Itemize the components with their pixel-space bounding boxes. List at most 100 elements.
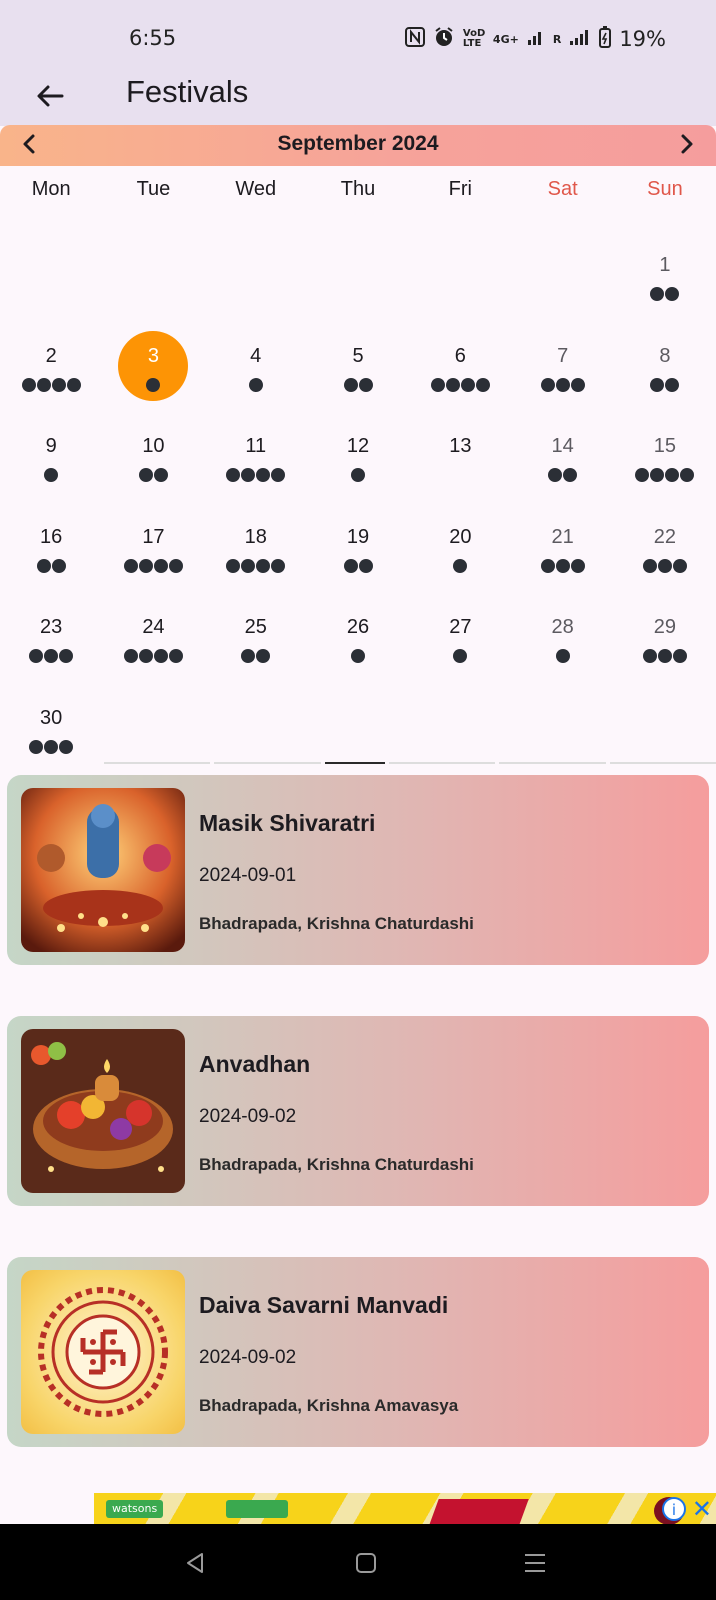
event-dot [51, 558, 66, 573]
event-dot [153, 558, 168, 573]
battery-percent: 19% [619, 27, 666, 51]
back-triangle-icon[interactable] [182, 1550, 208, 1576]
nfc-icon [404, 27, 425, 51]
back-button[interactable] [30, 78, 70, 118]
event-dot [168, 558, 183, 573]
day-cell[interactable]: 12 [307, 417, 409, 508]
day-cell[interactable]: 28 [511, 598, 613, 689]
festival-name: Anvadhan [199, 1051, 311, 1077]
empty-day-cell [102, 236, 204, 327]
event-dots [614, 468, 716, 483]
event-dots [102, 468, 204, 483]
ad-banner[interactable]: watsons i ✕ [94, 1493, 716, 1525]
event-dot [657, 649, 672, 663]
home-square-icon[interactable] [353, 1550, 379, 1576]
ad-brand-chip-2 [226, 1500, 288, 1518]
event-dot [138, 649, 153, 663]
day-number: 14 [551, 435, 574, 457]
day-number: 29 [653, 616, 677, 638]
day-cell[interactable]: 26 [307, 598, 409, 689]
day-cell[interactable]: 24 [102, 598, 204, 689]
day-cell[interactable]: 17 [102, 508, 204, 599]
event-dots [614, 287, 716, 302]
day-cell[interactable]: 10 [102, 417, 204, 508]
event-dot [635, 468, 650, 482]
day-cell[interactable]: 14 [511, 417, 613, 508]
event-dot [650, 468, 665, 482]
day-cell[interactable]: 23 [0, 598, 102, 689]
event-dot [44, 649, 59, 663]
day-number: 23 [40, 616, 63, 638]
day-cell[interactable]: 19 [307, 508, 409, 599]
close-icon[interactable]: ✕ [692, 1495, 712, 1523]
event-dot [153, 649, 168, 663]
festival-name: Daiva Savarni Manvadi [199, 1292, 449, 1318]
event-dot [66, 377, 81, 392]
day-cell[interactable]: 27 [409, 598, 511, 689]
festival-card[interactable]: Anvadhan 2024-09-02 Bhadrapada, Krishna … [7, 1016, 709, 1206]
day-cell[interactable]: 9 [0, 417, 102, 508]
event-dot [657, 558, 672, 573]
event-dot [672, 649, 687, 663]
day-cell[interactable]: 21 [511, 508, 613, 599]
status-time: 6:55 [129, 26, 177, 50]
event-dots [102, 649, 204, 664]
menu-lines-icon[interactable] [522, 1550, 548, 1576]
day-number: 9 [45, 435, 57, 457]
festival-card[interactable]: Daiva Savarni Manvadi 2024-09-02 Bhadrap… [7, 1257, 709, 1447]
festival-tithi: Bhadrapada, Krishna Chaturdashi [199, 914, 474, 933]
festival-card[interactable]: Masik Shivaratri 2024-09-01 Bhadrapada, … [7, 775, 709, 965]
event-dot [453, 649, 468, 663]
event-dots [0, 739, 102, 755]
event-dot [241, 558, 256, 573]
day-cell[interactable]: 2 [0, 327, 102, 418]
event-dots [205, 649, 307, 664]
day-cell[interactable]: 29 [614, 598, 716, 689]
day-cell[interactable]: 15 [614, 417, 716, 508]
event-dot [343, 377, 358, 392]
event-dots [205, 558, 307, 574]
day-cell[interactable]: 7 [511, 327, 613, 418]
event-dot [256, 558, 271, 573]
event-dot [453, 558, 468, 573]
event-dot [343, 558, 358, 573]
day-cell[interactable]: 8 [614, 327, 716, 418]
day-number: 6 [454, 344, 466, 367]
day-cell[interactable]: 6 [409, 327, 511, 418]
page-title: Festivals [126, 74, 249, 109]
event-dot [680, 468, 695, 482]
event-dots [307, 377, 409, 393]
event-dot [153, 468, 168, 482]
day-cell[interactable]: 30 [0, 689, 102, 780]
event-dots [0, 377, 102, 393]
ad-brand-chip: watsons [106, 1500, 164, 1518]
day-number: 3 [147, 344, 159, 367]
event-dots [205, 377, 307, 393]
signal-icon-2 [569, 28, 591, 50]
next-month-button[interactable] [672, 131, 702, 161]
day-number: 20 [449, 525, 472, 548]
event-dot [650, 287, 665, 301]
day-cell[interactable]: 20 [409, 508, 511, 599]
event-dots [614, 649, 716, 664]
day-cell[interactable]: 18 [205, 508, 307, 599]
weekday-label-weekend: Sun [647, 178, 683, 200]
day-cell[interactable]: 5 [307, 327, 409, 418]
day-cell[interactable]: 16 [0, 508, 102, 599]
day-cell[interactable]: 13 [409, 417, 511, 508]
info-icon[interactable]: i [662, 1497, 686, 1521]
day-cell[interactable]: 4 [205, 327, 307, 418]
chevron-right-icon [677, 133, 697, 159]
empty-day-cell [511, 236, 613, 327]
day-cell[interactable]: 11 [205, 417, 307, 508]
fruit-offering-image [21, 1029, 185, 1193]
day-cell[interactable]: 1 [614, 236, 716, 327]
event-dot [445, 377, 460, 392]
day-cell[interactable]: 25 [205, 598, 307, 689]
day-number: 27 [449, 616, 472, 638]
day-cell[interactable]: 3 [102, 327, 204, 418]
day-cell[interactable]: 22 [614, 508, 716, 599]
day-number: 25 [244, 616, 267, 638]
event-dot [358, 377, 373, 392]
event-dots [511, 377, 613, 393]
